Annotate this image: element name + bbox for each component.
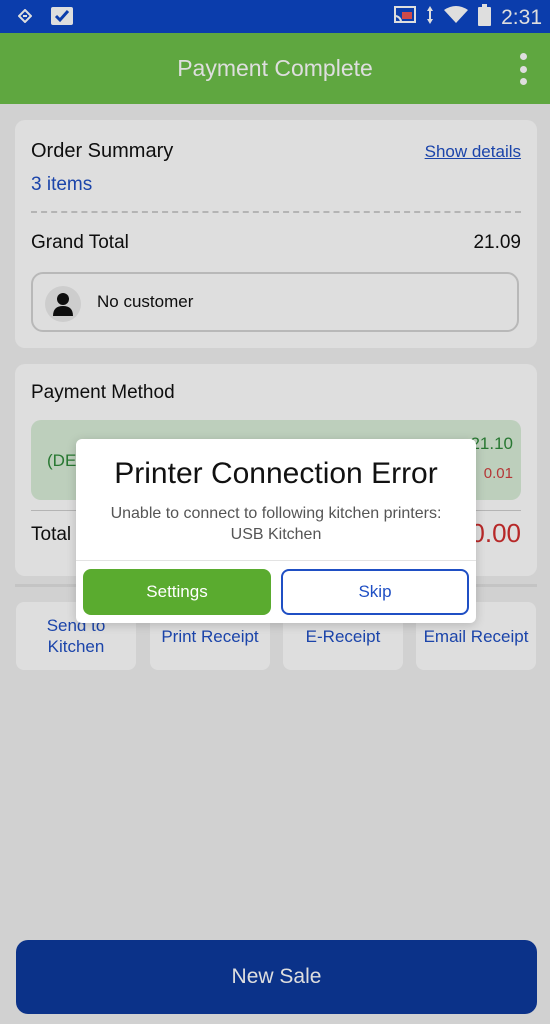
- settings-button[interactable]: Settings: [83, 569, 271, 615]
- dialog-message: Unable to connect to following kitchen p…: [86, 503, 466, 545]
- printer-error-dialog: Printer Connection Error Unable to conne…: [76, 439, 476, 623]
- skip-button[interactable]: Skip: [281, 569, 469, 615]
- dialog-divider: [76, 560, 476, 561]
- dialog-title: Printer Connection Error: [114, 457, 438, 490]
- dialog-message-line1: Unable to connect to following kitchen p…: [110, 505, 442, 522]
- dialog-message-line2: USB Kitchen: [230, 526, 322, 543]
